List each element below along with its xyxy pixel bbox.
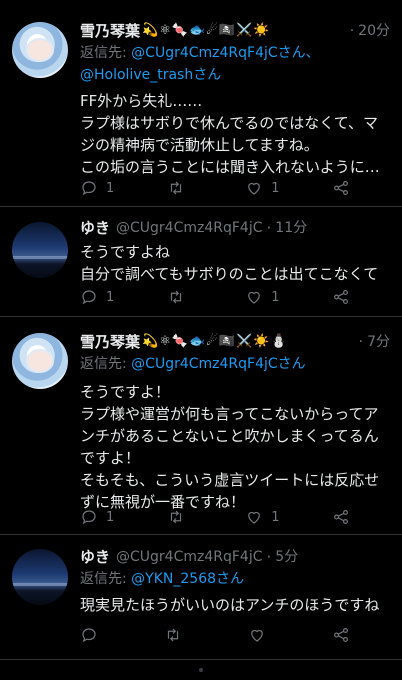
reply-button[interactable]: 1 [80,288,114,306]
timestamp[interactable]: 20分 [358,23,390,39]
like-icon [251,629,263,642]
share-button[interactable] [332,626,350,644]
name-emojis: 💫⚛🍬🐟☄🏴‍☠️⚔️☀️ [142,23,271,38]
reply-to: 返信先: @CUgr4Cmz4RqF4jCさん、 @Hololive_trash… [80,45,320,83]
avatar[interactable] [12,549,68,605]
tweet-4[interactable]: ゆき @CUgr4Cmz4RqF4jC · 5分 返信先: @YKN_2568さ… [0,535,402,660]
reply-icon [82,510,96,525]
display-name[interactable]: 雪乃琴葉 [80,20,140,42]
reply-button[interactable] [80,626,106,644]
tweet-1[interactable]: 雪乃琴葉 💫⚛🍬🐟☄🏴‍☠️⚔️☀️ · 20分 返信先: @CUgr4Cmz4R… [0,0,402,207]
scroll-indicator-dot [199,668,203,672]
timestamp[interactable]: 5分 [275,546,298,568]
reply-icon [82,628,96,643]
tweet-text: そうですよね 自分で調べてもサボりのことは出てこなくて [80,243,379,283]
user-handle[interactable]: @CUgr4Cmz4RqF4jC [116,546,262,568]
like-icon [248,291,261,304]
retweet-icon [167,628,179,642]
avatar[interactable] [12,333,68,389]
like-button[interactable]: 1 [245,179,280,197]
reply-to: 返信先: @YKN_2568さん [80,571,245,587]
retweet-button[interactable] [167,179,193,197]
retweet-icon [170,181,181,195]
timestamp[interactable]: 11分 [275,217,307,239]
reply-icon [82,290,96,305]
tweet-2[interactable]: ゆき @CUgr4Cmz4RqF4jC · 11分 そうですよね 自分で調べても… [0,207,402,317]
mention-link[interactable]: @CUgr4Cmz4RqF4jCさん [131,356,305,372]
like-icon [248,182,261,195]
timestamp[interactable]: 7分 [367,334,390,350]
tweet-text: FF外から失礼…… ラプ様はサボりで休んでるのではなくて、マジの精神病で活動休止… [80,92,380,176]
mention-link[interactable]: @YKN_2568さん [131,571,244,587]
like-button[interactable]: 1 [245,508,280,526]
share-icon [334,628,348,642]
avatar[interactable] [12,222,68,278]
retweet-icon [170,290,181,304]
retweet-icon [170,510,181,524]
like-button[interactable]: 1 [245,288,280,306]
reply-button[interactable]: 1 [80,179,114,197]
reply-to: 返信先: @CUgr4Cmz4RqF4jCさん [80,356,306,372]
share-button[interactable] [332,179,350,197]
tweet-text: そうですよ！ ラプ様や運営が何も言ってこないからってアンチがあることないこと吹か… [80,383,380,511]
tweet-text: 現実見たほうがいいのはアンチのほうですね [80,596,380,614]
display-name[interactable]: ゆき [80,217,110,239]
name-emojis: 💫⚛🍬🐟☄🏴‍☠️⚔️☀️⛄ [142,334,288,349]
mention-link[interactable]: @CUgr4Cmz4RqF4jCさん、 [131,45,319,61]
like-icon [248,511,261,524]
user-handle[interactable]: @CUgr4Cmz4RqF4jC [116,217,262,239]
share-button[interactable] [332,288,350,306]
display-name[interactable]: 雪乃琴葉 [80,331,140,353]
reply-icon [82,181,96,196]
retweet-button[interactable] [164,626,190,644]
reply-button[interactable]: 1 [80,508,114,526]
mention-link[interactable]: @Hololive_trashさん [80,67,221,83]
share-icon [333,510,348,524]
display-name[interactable]: ゆき [80,546,110,568]
retweet-button[interactable] [167,288,193,306]
tweet-3[interactable]: 雪乃琴葉 💫⚛🍬🐟☄🏴‍☠️⚔️☀️⛄ · 7分 返信先: @CUgr4Cmz4R… [0,317,402,535]
avatar[interactable] [12,22,68,78]
retweet-button[interactable] [167,508,193,526]
like-button[interactable] [248,626,274,644]
share-icon [333,181,348,195]
share-icon [333,290,348,304]
share-button[interactable] [332,508,350,526]
